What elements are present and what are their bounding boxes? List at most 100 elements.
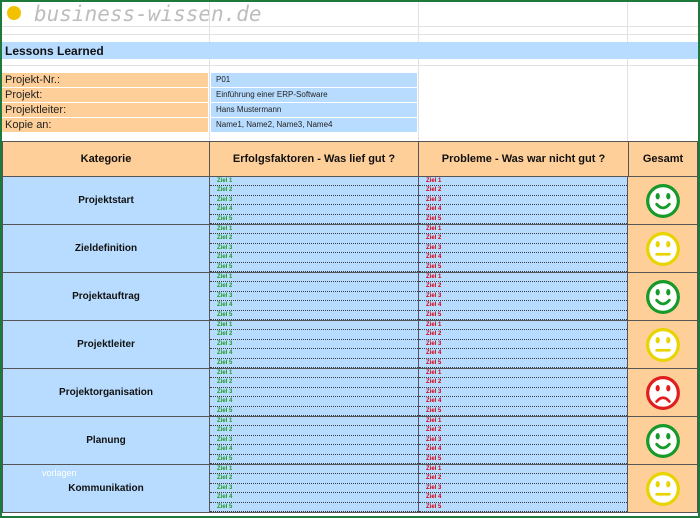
category-cell[interactable]: Projektleiter: [2, 321, 210, 369]
erfolg-cell[interactable]: Ziel 1 Ziel 2 Ziel 3 Ziel 4 Ziel 5: [210, 273, 419, 321]
ziel-item[interactable]: Ziel 2: [419, 426, 627, 436]
info-value-projekt[interactable]: Einführung einer ERP-Software: [211, 88, 417, 102]
ziel-item[interactable]: Ziel 1: [419, 273, 627, 283]
ziel-item[interactable]: Ziel 2: [210, 282, 418, 292]
ziel-item[interactable]: Ziel 5: [210, 311, 418, 320]
erfolg-cell[interactable]: Ziel 1 Ziel 2 Ziel 3 Ziel 4 Ziel 5: [210, 321, 419, 369]
probleme-cell[interactable]: Ziel 1 Ziel 2 Ziel 3 Ziel 4 Ziel 5: [419, 225, 628, 273]
ziel-item[interactable]: Ziel 5: [210, 407, 418, 416]
ziel-item[interactable]: Ziel 3: [210, 388, 418, 398]
ziel-item[interactable]: Ziel 3: [210, 244, 418, 254]
ziel-item[interactable]: Ziel 3: [419, 196, 627, 206]
ziel-item[interactable]: Ziel 2: [210, 426, 418, 436]
ziel-item[interactable]: Ziel 1: [210, 177, 418, 187]
ziel-item[interactable]: Ziel 2: [210, 234, 418, 244]
info-label-projekt-nr[interactable]: Projekt-Nr.:: [2, 73, 208, 87]
info-value-projektleiter[interactable]: Hans Mustermann: [211, 103, 417, 117]
ziel-item[interactable]: Ziel 3: [419, 340, 627, 350]
ziel-item[interactable]: Ziel 1: [210, 417, 418, 427]
ziel-item[interactable]: Ziel 5: [419, 407, 627, 416]
ziel-item[interactable]: Ziel 2: [419, 234, 627, 244]
ziel-item[interactable]: Ziel 5: [210, 263, 418, 272]
ziel-item[interactable]: Ziel 1: [419, 465, 627, 475]
ziel-item[interactable]: Ziel 1: [210, 465, 418, 475]
ziel-item[interactable]: Ziel 4: [210, 301, 418, 311]
ziel-item[interactable]: Ziel 4: [419, 493, 627, 503]
ziel-item[interactable]: Ziel 4: [210, 205, 418, 215]
ziel-item[interactable]: Ziel 3: [210, 196, 418, 206]
gesamt-cell[interactable]: [628, 273, 698, 321]
ziel-item[interactable]: Ziel 4: [419, 301, 627, 311]
erfolg-cell[interactable]: Ziel 1 Ziel 2 Ziel 3 Ziel 4 Ziel 5: [210, 465, 419, 513]
ziel-item[interactable]: Ziel 5: [419, 503, 627, 512]
ziel-item[interactable]: Ziel 3: [210, 436, 418, 446]
category-cell[interactable]: Projektauftrag: [2, 273, 210, 321]
ziel-item[interactable]: Ziel 4: [210, 349, 418, 359]
ziel-item[interactable]: Ziel 1: [419, 177, 627, 187]
category-cell[interactable]: Zieldefinition: [2, 225, 210, 273]
ziel-item[interactable]: Ziel 2: [210, 330, 418, 340]
ziel-item[interactable]: Ziel 4: [210, 445, 418, 455]
info-value-projekt-nr[interactable]: P01: [211, 73, 417, 87]
erfolg-cell[interactable]: Ziel 1 Ziel 2 Ziel 3 Ziel 4 Ziel 5: [210, 417, 419, 465]
ziel-item[interactable]: Ziel 4: [419, 253, 627, 263]
ziel-item[interactable]: Ziel 5: [419, 311, 627, 320]
ziel-item[interactable]: Ziel 5: [210, 503, 418, 512]
ziel-item[interactable]: Ziel 3: [210, 484, 418, 494]
ziel-item[interactable]: Ziel 4: [419, 397, 627, 407]
ziel-item[interactable]: Ziel 1: [210, 369, 418, 379]
gesamt-cell[interactable]: [628, 225, 698, 273]
ziel-item[interactable]: Ziel 2: [419, 186, 627, 196]
ziel-item[interactable]: Ziel 4: [419, 349, 627, 359]
ziel-item[interactable]: Ziel 5: [419, 359, 627, 368]
erfolg-cell[interactable]: Ziel 1 Ziel 2 Ziel 3 Ziel 4 Ziel 5: [210, 369, 419, 417]
ziel-item[interactable]: Ziel 3: [419, 388, 627, 398]
probleme-cell[interactable]: Ziel 1 Ziel 2 Ziel 3 Ziel 4 Ziel 5: [419, 465, 628, 513]
header-gesamt[interactable]: Gesamt: [628, 141, 698, 177]
ziel-item[interactable]: Ziel 1: [210, 321, 418, 331]
ziel-item[interactable]: Ziel 5: [210, 359, 418, 368]
ziel-item[interactable]: Ziel 1: [210, 273, 418, 283]
ziel-item[interactable]: Ziel 4: [210, 493, 418, 503]
ziel-item[interactable]: Ziel 1: [419, 369, 627, 379]
ziel-item[interactable]: Ziel 1: [210, 225, 418, 235]
erfolg-cell[interactable]: Ziel 1 Ziel 2 Ziel 3 Ziel 4 Ziel 5: [210, 225, 419, 273]
ziel-item[interactable]: Ziel 4: [419, 445, 627, 455]
header-erfolgsfaktoren[interactable]: Erfolgsfaktoren - Was lief gut ?: [209, 141, 419, 177]
ziel-item[interactable]: Ziel 2: [419, 474, 627, 484]
gesamt-cell[interactable]: [628, 177, 698, 225]
ziel-item[interactable]: Ziel 3: [210, 340, 418, 350]
ziel-item[interactable]: Ziel 1: [419, 321, 627, 331]
probleme-cell[interactable]: Ziel 1 Ziel 2 Ziel 3 Ziel 4 Ziel 5: [419, 177, 628, 225]
ziel-item[interactable]: Ziel 2: [210, 378, 418, 388]
ziel-item[interactable]: Ziel 4: [210, 397, 418, 407]
probleme-cell[interactable]: Ziel 1 Ziel 2 Ziel 3 Ziel 4 Ziel 5: [419, 321, 628, 369]
info-label-projektleiter[interactable]: Projektleiter:: [2, 103, 208, 117]
ziel-item[interactable]: Ziel 5: [419, 455, 627, 464]
gesamt-cell[interactable]: [628, 465, 698, 513]
ziel-item[interactable]: Ziel 5: [419, 215, 627, 224]
ziel-item[interactable]: Ziel 1: [419, 417, 627, 427]
title-row[interactable]: [2, 42, 698, 59]
header-kategorie[interactable]: Kategorie: [2, 141, 210, 177]
category-cell[interactable]: Projektorganisation: [2, 369, 210, 417]
ziel-item[interactable]: Ziel 3: [419, 244, 627, 254]
ziel-item[interactable]: Ziel 3: [419, 436, 627, 446]
ziel-item[interactable]: Ziel 4: [210, 253, 418, 263]
ziel-item[interactable]: Ziel 5: [210, 455, 418, 464]
ziel-item[interactable]: Ziel 3: [210, 292, 418, 302]
ziel-item[interactable]: Ziel 2: [419, 378, 627, 388]
ziel-item[interactable]: Ziel 2: [419, 282, 627, 292]
category-cell[interactable]: Kommunikation: [2, 465, 210, 513]
ziel-item[interactable]: Ziel 2: [210, 186, 418, 196]
gesamt-cell[interactable]: [628, 321, 698, 369]
ziel-item[interactable]: Ziel 2: [210, 474, 418, 484]
ziel-item[interactable]: Ziel 2: [419, 330, 627, 340]
category-cell[interactable]: Projektstart: [2, 177, 210, 225]
ziel-item[interactable]: Ziel 4: [419, 205, 627, 215]
probleme-cell[interactable]: Ziel 1 Ziel 2 Ziel 3 Ziel 4 Ziel 5: [419, 369, 628, 417]
ziel-item[interactable]: Ziel 3: [419, 484, 627, 494]
header-probleme[interactable]: Probleme - Was war nicht gut ?: [418, 141, 629, 177]
probleme-cell[interactable]: Ziel 1 Ziel 2 Ziel 3 Ziel 4 Ziel 5: [419, 417, 628, 465]
info-value-kopie[interactable]: Name1, Name2, Name3, Name4: [211, 118, 417, 132]
